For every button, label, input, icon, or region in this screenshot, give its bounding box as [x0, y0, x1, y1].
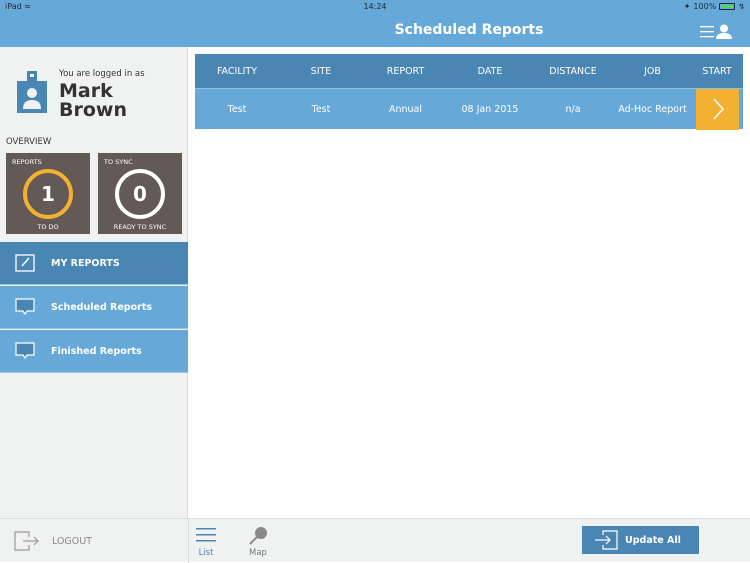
column-facility[interactable]: FACILITY — [195, 66, 279, 77]
cell-distance: n/a — [565, 103, 581, 115]
status-right: ✦ 100% ↯ — [684, 2, 745, 11]
tab-label: List — [198, 548, 214, 558]
tab-list[interactable]: List — [196, 527, 216, 558]
update-all-button[interactable]: Update All — [582, 526, 699, 554]
logout-label: LOGOUT — [52, 535, 93, 547]
sidebar-item-finished-reports[interactable]: Finished Reports — [0, 330, 188, 373]
sidebar: You are logged in as Mark Brown OVERVIEW … — [0, 47, 188, 518]
logout-icon — [14, 531, 39, 551]
id-badge-icon — [17, 71, 47, 113]
column-distance[interactable]: DISTANCE — [532, 66, 614, 77]
divider — [188, 519, 189, 563]
status-time: 14:24 — [363, 2, 387, 11]
sync-tile[interactable]: TO SYNC 0 READY TO SYNC — [98, 153, 182, 234]
list-icon — [196, 528, 216, 542]
import-icon — [595, 530, 618, 550]
last-name: Brown — [59, 99, 127, 121]
table-row[interactable]: Test Test Annual 08 Jan 2015 n/a Ad-Hoc … — [195, 88, 743, 130]
column-report[interactable]: REPORT — [363, 66, 448, 77]
tile-top-label: TO SYNC — [104, 158, 133, 166]
table-header: FACILITY SITE REPORT DATE DISTANCE JOB S… — [195, 54, 743, 88]
nav-label: Finished Reports — [51, 345, 142, 357]
tile-bottom-label: TO DO — [37, 223, 59, 231]
logout-button[interactable]: LOGOUT — [14, 531, 92, 551]
map-pin-icon — [249, 527, 267, 545]
speech-bubble-icon — [15, 342, 35, 360]
reports-table: FACILITY SITE REPORT DATE DISTANCE JOB S… — [195, 54, 743, 130]
nav-label: Scheduled Reports — [51, 301, 153, 313]
sidebar-item-my-reports[interactable]: MY REPORTS — [0, 242, 188, 285]
chevron-right-icon — [712, 98, 724, 120]
column-site[interactable]: SITE — [279, 66, 363, 77]
edit-icon — [15, 254, 35, 272]
page-title: Scheduled Reports — [394, 22, 544, 38]
bottom-bar: LOGOUT List Map Update All — [0, 518, 750, 563]
reports-tile[interactable]: REPORTS 1 TO DO — [6, 153, 90, 234]
cell-facility: Test — [227, 103, 247, 115]
sidebar-item-scheduled-reports[interactable]: Scheduled Reports — [0, 286, 188, 329]
user-name: Mark Brown — [59, 82, 127, 120]
column-date[interactable]: DATE — [448, 66, 532, 77]
logged-in-label: You are logged in as — [59, 69, 145, 79]
update-all-label: Update All — [625, 534, 681, 546]
overview-label: OVERVIEW — [6, 137, 52, 147]
nav-label: MY REPORTS — [51, 257, 120, 269]
top-bar: iPad ≈ 14:24 ✦ 100% ↯ Scheduled Reports — [0, 0, 750, 47]
battery-percent: 100% — [693, 2, 717, 11]
tile-bottom-label: READY TO SYNC — [113, 223, 167, 231]
sync-count-ring: 0 — [115, 169, 165, 219]
column-job[interactable]: JOB — [614, 66, 691, 77]
cell-report: Annual — [388, 103, 423, 115]
column-start: START — [702, 65, 732, 77]
start-button[interactable] — [696, 88, 739, 130]
bluetooth-icon: ✦ — [683, 2, 691, 11]
reports-count-ring: 1 — [23, 169, 73, 219]
menu-user-icon[interactable] — [700, 24, 732, 39]
battery-icon — [719, 3, 736, 10]
tile-top-label: REPORTS — [12, 158, 42, 166]
tab-map[interactable]: Map — [248, 527, 268, 558]
cell-job: Ad-Hoc Report — [618, 103, 687, 115]
charging-icon: ↯ — [738, 2, 745, 11]
cell-date: 08 Jan 2015 — [461, 103, 519, 115]
cell-site: Test — [311, 103, 331, 115]
tab-label: Map — [249, 548, 267, 558]
speech-bubble-icon — [15, 298, 35, 316]
